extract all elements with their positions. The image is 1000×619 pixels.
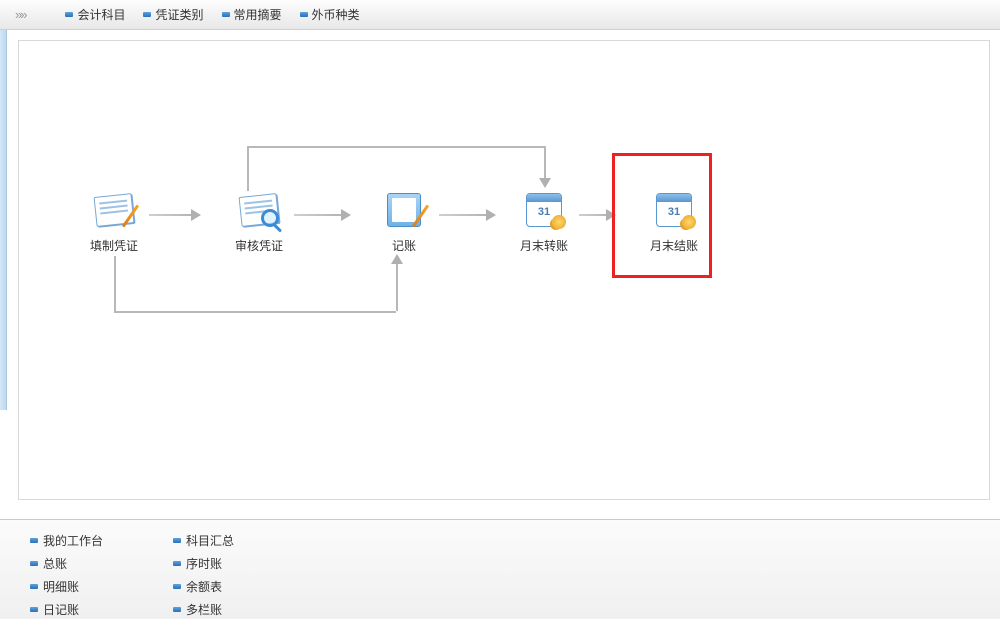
top-links: 会计科目 凭证类别 常用摘要 外币种类 bbox=[65, 6, 359, 23]
flow-line bbox=[114, 311, 396, 313]
bottom-col-1: 我的工作台 总账 明细账 日记账 bbox=[30, 532, 103, 618]
expand-icon[interactable]: »» bbox=[5, 7, 35, 22]
bottom-link-sequential-ledger[interactable]: 序时账 bbox=[173, 555, 234, 572]
link-label: 明细账 bbox=[43, 578, 79, 595]
document-pen-icon bbox=[90, 191, 138, 231]
document-magnifier-icon bbox=[235, 191, 283, 231]
link-label: 日记账 bbox=[43, 601, 79, 618]
link-label: 凭证类别 bbox=[155, 6, 203, 23]
flow-line bbox=[247, 146, 544, 148]
bullet-icon bbox=[143, 11, 151, 19]
notebook-pen-icon bbox=[380, 191, 428, 231]
flow-arrow bbox=[396, 256, 398, 267]
topbar: »» 会计科目 凭证类别 常用摘要 外币种类 bbox=[0, 0, 1000, 30]
bullet-icon bbox=[30, 583, 38, 591]
flow-node-booking[interactable]: 记账 bbox=[359, 191, 449, 254]
node-label: 填制凭证 bbox=[69, 237, 159, 254]
link-label: 余额表 bbox=[186, 578, 222, 595]
workflow-canvas: 填制凭证 审核凭证 记账 月末转账 月末结账 bbox=[18, 40, 990, 500]
flow-node-month-transfer[interactable]: 月末转账 bbox=[499, 191, 589, 254]
link-label: 常用摘要 bbox=[234, 6, 282, 23]
flow-line bbox=[247, 146, 249, 191]
bullet-icon bbox=[173, 537, 181, 545]
selection-highlight bbox=[612, 153, 712, 278]
flow-node-audit-voucher[interactable]: 审核凭证 bbox=[214, 191, 304, 254]
bullet-icon bbox=[65, 11, 73, 19]
bullet-icon bbox=[30, 537, 38, 545]
link-label: 会计科目 bbox=[77, 6, 125, 23]
bullet-icon bbox=[30, 560, 38, 568]
link-label: 我的工作台 bbox=[43, 532, 103, 549]
flow-diagram: 填制凭证 审核凭证 记账 月末转账 月末结账 bbox=[19, 41, 989, 499]
link-label: 外币种类 bbox=[312, 6, 360, 23]
bottom-link-multi-column[interactable]: 多栏账 bbox=[173, 601, 234, 618]
top-link-voucher-type[interactable]: 凭证类别 bbox=[143, 6, 203, 23]
node-label: 月末转账 bbox=[499, 237, 589, 254]
node-label: 审核凭证 bbox=[214, 237, 304, 254]
top-link-currency[interactable]: 外币种类 bbox=[300, 6, 360, 23]
flow-node-fill-voucher[interactable]: 填制凭证 bbox=[69, 191, 159, 254]
link-label: 多栏账 bbox=[186, 601, 222, 618]
flow-arrow bbox=[544, 146, 546, 186]
flow-line bbox=[396, 267, 398, 311]
link-label: 总账 bbox=[43, 555, 67, 572]
side-handle[interactable] bbox=[0, 30, 7, 410]
bullet-icon bbox=[173, 560, 181, 568]
bottom-col-2: 科目汇总 序时账 余额表 多栏账 bbox=[173, 532, 234, 618]
bottom-link-journal[interactable]: 日记账 bbox=[30, 601, 103, 618]
bottom-link-my-workbench[interactable]: 我的工作台 bbox=[30, 532, 103, 549]
calendar-coins-icon bbox=[520, 191, 568, 231]
bottom-link-general-ledger[interactable]: 总账 bbox=[30, 555, 103, 572]
link-label: 科目汇总 bbox=[186, 532, 234, 549]
top-link-accounts[interactable]: 会计科目 bbox=[65, 6, 125, 23]
bullet-icon bbox=[300, 11, 308, 19]
bottom-link-detail-ledger[interactable]: 明细账 bbox=[30, 578, 103, 595]
bottom-panel: 我的工作台 总账 明细账 日记账 科目汇总 序时账 余额表 多栏账 bbox=[0, 519, 1000, 619]
node-label: 记账 bbox=[359, 237, 449, 254]
link-label: 序时账 bbox=[186, 555, 222, 572]
bullet-icon bbox=[30, 606, 38, 614]
bullet-icon bbox=[173, 606, 181, 614]
flow-line bbox=[114, 256, 116, 311]
bullet-icon bbox=[222, 11, 230, 19]
bottom-link-balance-sheet[interactable]: 余额表 bbox=[173, 578, 234, 595]
bottom-link-subject-summary[interactable]: 科目汇总 bbox=[173, 532, 234, 549]
bullet-icon bbox=[173, 583, 181, 591]
top-link-summary[interactable]: 常用摘要 bbox=[222, 6, 282, 23]
